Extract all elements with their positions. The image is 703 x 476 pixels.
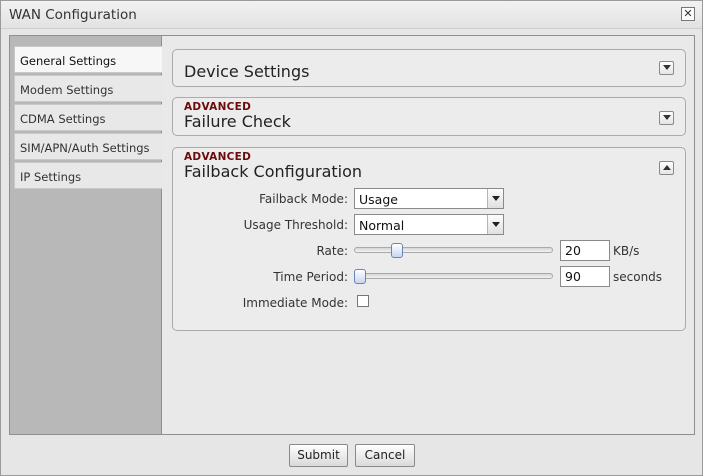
rate-slider-handle[interactable] [391, 243, 404, 258]
sidebar: General Settings Modem Settings CDMA Set… [10, 36, 162, 434]
sidebar-item-cdma-settings[interactable]: CDMA Settings [14, 104, 162, 131]
sidebar-item-ip-settings[interactable]: IP Settings [14, 162, 162, 189]
sidebar-item-modem-settings[interactable]: Modem Settings [14, 75, 162, 102]
sidebar-item-sim-apn-auth-settings[interactable]: SIM/APN/Auth Settings [14, 133, 162, 160]
time-period-value: 90 [565, 269, 581, 284]
failback-mode-value: Usage [359, 192, 398, 207]
chevron-down-icon [663, 115, 671, 120]
rate-value: 20 [565, 243, 581, 258]
device-settings-panel: Device Settings [172, 49, 686, 87]
time-period-slider[interactable] [354, 273, 553, 279]
chevron-up-icon [663, 165, 671, 170]
title-bar: WAN Configuration ✕ [1, 1, 702, 29]
time-period-slider-handle[interactable] [354, 269, 366, 284]
sidebar-item-label: SIM/APN/Auth Settings [20, 141, 150, 155]
failure-check-panel: ADVANCED Failure Check [172, 97, 686, 136]
device-settings-title: Device Settings [184, 62, 310, 81]
failback-configuration-title: Failback Configuration [184, 162, 363, 181]
time-period-label: Time Period: [273, 270, 348, 284]
failback-mode-label: Failback Mode: [259, 192, 348, 206]
failback-mode-select[interactable]: Usage [354, 188, 504, 209]
failback-collapse-button[interactable] [659, 161, 674, 175]
rate-label: Rate: [316, 244, 348, 258]
wan-config-dialog: WAN Configuration ✕ General Settings Mod… [0, 0, 703, 476]
submit-button[interactable]: Submit [289, 444, 348, 467]
sidebar-item-label: IP Settings [20, 170, 82, 184]
failure-check-title: Failure Check [184, 112, 291, 131]
rate-unit: KB/s [613, 244, 640, 258]
rate-input[interactable]: 20 [560, 240, 610, 261]
usage-threshold-value: Normal [359, 218, 405, 233]
time-period-unit: seconds [613, 270, 663, 284]
dialog-body: General Settings Modem Settings CDMA Set… [9, 35, 695, 435]
time-period-input[interactable]: 90 [560, 266, 610, 287]
chevron-down-icon [663, 65, 671, 70]
usage-threshold-select[interactable]: Normal [354, 214, 504, 235]
immediate-mode-label: Immediate Mode: [242, 296, 348, 310]
immediate-mode-checkbox[interactable] [357, 295, 369, 307]
window-title: WAN Configuration [9, 7, 137, 23]
sidebar-item-general-settings[interactable]: General Settings [14, 46, 162, 73]
failure-check-expand-button[interactable] [659, 111, 674, 125]
close-button[interactable]: ✕ [681, 7, 695, 21]
dropdown-arrow-icon [487, 189, 503, 208]
rate-slider[interactable] [354, 247, 553, 253]
sidebar-item-label: Modem Settings [20, 83, 114, 97]
dropdown-arrow-icon [487, 215, 503, 234]
cancel-button[interactable]: Cancel [355, 444, 415, 467]
usage-threshold-label: Usage Threshold: [243, 218, 348, 232]
main-content: Device Settings ADVANCED Failure Check A… [163, 36, 694, 434]
sidebar-item-label: CDMA Settings [20, 112, 106, 126]
close-icon: ✕ [683, 7, 693, 20]
failback-configuration-panel: ADVANCED Failback Configuration Failback… [172, 147, 686, 331]
device-settings-expand-button[interactable] [659, 61, 674, 75]
sidebar-item-label: General Settings [20, 54, 117, 68]
